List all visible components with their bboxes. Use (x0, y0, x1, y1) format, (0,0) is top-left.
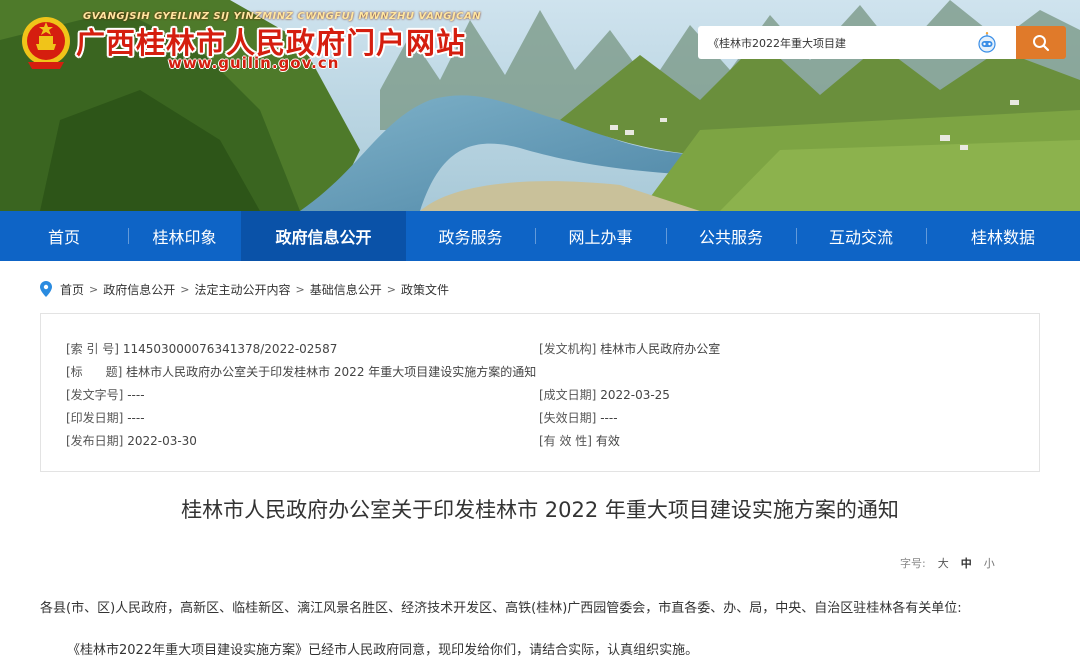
article-paragraph: 各县(市、区)人民政府，高新区、临桂新区、漓江风景名胜区、经济技术开发区、高铁(… (40, 601, 962, 616)
breadcrumb-separator: > (386, 282, 396, 296)
breadcrumb-policy-docs[interactable]: 政策文件 (401, 281, 449, 298)
search-button[interactable] (1016, 26, 1066, 59)
header-banner: GVANGJSIH GYEILINZ SIJ YINZMINZ CWNGFUJ … (0, 0, 1080, 211)
info-validity-key: [有 效 性] (539, 434, 592, 448)
info-expire-date: [失效日期] ---- (539, 409, 618, 426)
font-size-large-button[interactable]: 大 (938, 555, 949, 571)
location-pin-icon (40, 281, 52, 297)
info-doc-no-key: [发文字号] (66, 388, 124, 402)
info-print-date-value: ---- (127, 411, 145, 425)
info-title-key: [标 题] (66, 365, 123, 379)
breadcrumb-basic-info[interactable]: 基础信息公开 (310, 281, 382, 298)
article-title: 桂林市人民政府办公室关于印发桂林市 2022 年重大项目建设实施方案的通知 (181, 498, 899, 522)
search-input[interactable] (708, 34, 968, 52)
info-written-date-value: 2022-03-25 (600, 388, 670, 402)
info-publish-date-value: 2022-03-30 (127, 434, 197, 448)
info-doc-no-value: ---- (127, 388, 145, 402)
breadcrumb-separator: > (89, 282, 99, 296)
info-print-date: [印发日期] ---- (66, 409, 145, 426)
info-title-value: 桂林市人民政府办公室关于印发桂林市 2022 年重大项目建设实施方案的通知 (126, 365, 537, 379)
info-expire-date-value: ---- (600, 411, 618, 425)
info-validity: [有 效 性] 有效 (539, 432, 620, 449)
nav-item-guilin-data[interactable]: 桂林数据 (926, 211, 1080, 261)
site-url: www.guilin.gov.cn (168, 54, 340, 72)
info-title: [标 题] 桂林市人民政府办公室关于印发桂林市 2022 年重大项目建设实施方案… (66, 363, 536, 380)
info-issuer-value: 桂林市人民政府办公室 (600, 342, 721, 356)
nav-item-gov-info[interactable]: 政府信息公开 (241, 211, 406, 261)
breadcrumb-separator: > (180, 282, 190, 296)
info-publish-date: [发布日期] 2022-03-30 (66, 432, 197, 449)
nav-item-public-services[interactable]: 公共服务 (666, 211, 796, 261)
search-icon (1033, 34, 1050, 51)
nav-item-interaction[interactable]: 互动交流 (796, 211, 926, 261)
info-publish-date-key: [发布日期] (66, 434, 124, 448)
info-written-date-key: [成文日期] (539, 388, 597, 402)
info-index-no-key: [索 引 号] (66, 342, 119, 356)
emblem-logo (22, 17, 70, 69)
info-expire-date-key: [失效日期] (539, 411, 597, 425)
nav-item-gov-services[interactable]: 政务服务 (406, 211, 535, 261)
search-box (698, 26, 1016, 59)
info-issuer: [发文机构] 桂林市人民政府办公室 (539, 340, 720, 357)
assistant-robot-icon[interactable] (975, 31, 999, 55)
breadcrumb-home[interactable]: 首页 (60, 281, 84, 298)
breadcrumb-statutory[interactable]: 法定主动公开内容 (194, 281, 290, 298)
font-size-label: 字号: (900, 557, 926, 570)
info-validity-value: 有效 (595, 434, 620, 448)
nav-item-guilin-impression[interactable]: 桂林印象 (128, 211, 241, 261)
nav-item-online-affairs[interactable]: 网上办事 (535, 211, 666, 261)
article-paragraph: 《桂林市2022年重大项目建设实施方案》已经市人民政府同意，现印发给你们，请结合… (67, 643, 699, 658)
breadcrumb-gov-info[interactable]: 政府信息公开 (103, 281, 175, 298)
breadcrumb: 首页 > 政府信息公开 > 法定主动公开内容 > 基础信息公开 > 政策文件 (40, 279, 449, 299)
info-doc-no: [发文字号] ---- (66, 386, 145, 403)
font-size-switcher: 字号: 大 中 小 (900, 555, 995, 571)
main-nav: 首页 桂林印象 政府信息公开 政务服务 网上办事 公共服务 互动交流 桂林数据 (0, 211, 1080, 261)
info-issuer-key: [发文机构] (539, 342, 597, 356)
breadcrumb-separator: > (295, 282, 305, 296)
info-index-no: [索 引 号] 114503000076341378/2022-02587 (66, 340, 337, 357)
info-print-date-key: [印发日期] (66, 411, 124, 425)
info-index-no-value: 114503000076341378/2022-02587 (122, 342, 338, 356)
document-info-box: [索 引 号] 114503000076341378/2022-02587 [发… (40, 313, 1040, 472)
nav-item-home[interactable]: 首页 (0, 211, 128, 261)
info-written-date: [成文日期] 2022-03-25 (539, 386, 670, 403)
font-size-small-button[interactable]: 小 (984, 555, 995, 571)
font-size-medium-button[interactable]: 中 (961, 555, 972, 571)
